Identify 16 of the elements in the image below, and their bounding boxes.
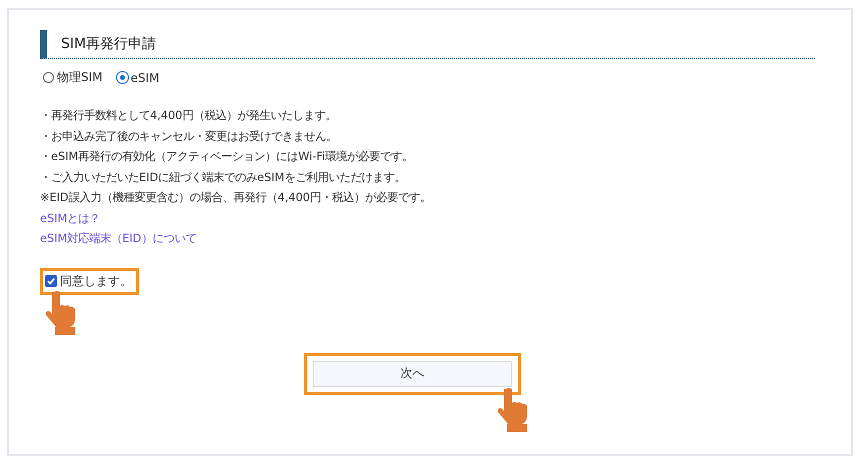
agree-checkbox[interactable] <box>45 275 57 287</box>
note-text: ・eSIM再発行の有効化（アクティベーション）にはWi-Fi環境が必要です。 <box>40 149 414 165</box>
radio-button[interactable] <box>43 72 54 83</box>
note-text: ・再発行手数料として4,400円（税込）が発生いたします。 <box>40 108 338 124</box>
radio-option[interactable]: eSIM <box>116 69 160 86</box>
info-link[interactable]: eSIM対応端末（EID）について <box>40 232 196 245</box>
note-text: ・ご入力いただいたEIDに紐づく端末でのみeSIMをご利用いただけます。 <box>40 170 406 186</box>
info-link[interactable]: eSIMとは？ <box>40 212 100 224</box>
radio-label: 物理SIM <box>57 69 103 86</box>
radio-option[interactable]: 物理SIM <box>43 69 103 86</box>
radio-label: eSIM <box>130 70 160 84</box>
note-text: ・お申込み完了後のキャンセル・変更はお受けできません。 <box>40 128 338 144</box>
agree-label: 同意します。 <box>60 272 132 290</box>
note-text: ※EID誤入力（機種変更含む）の場合、再発行（4,400円・税込）が必要です。 <box>40 190 432 206</box>
section-title: SIM再発行申請 <box>61 35 156 53</box>
next-button[interactable]: 次へ <box>313 360 512 386</box>
